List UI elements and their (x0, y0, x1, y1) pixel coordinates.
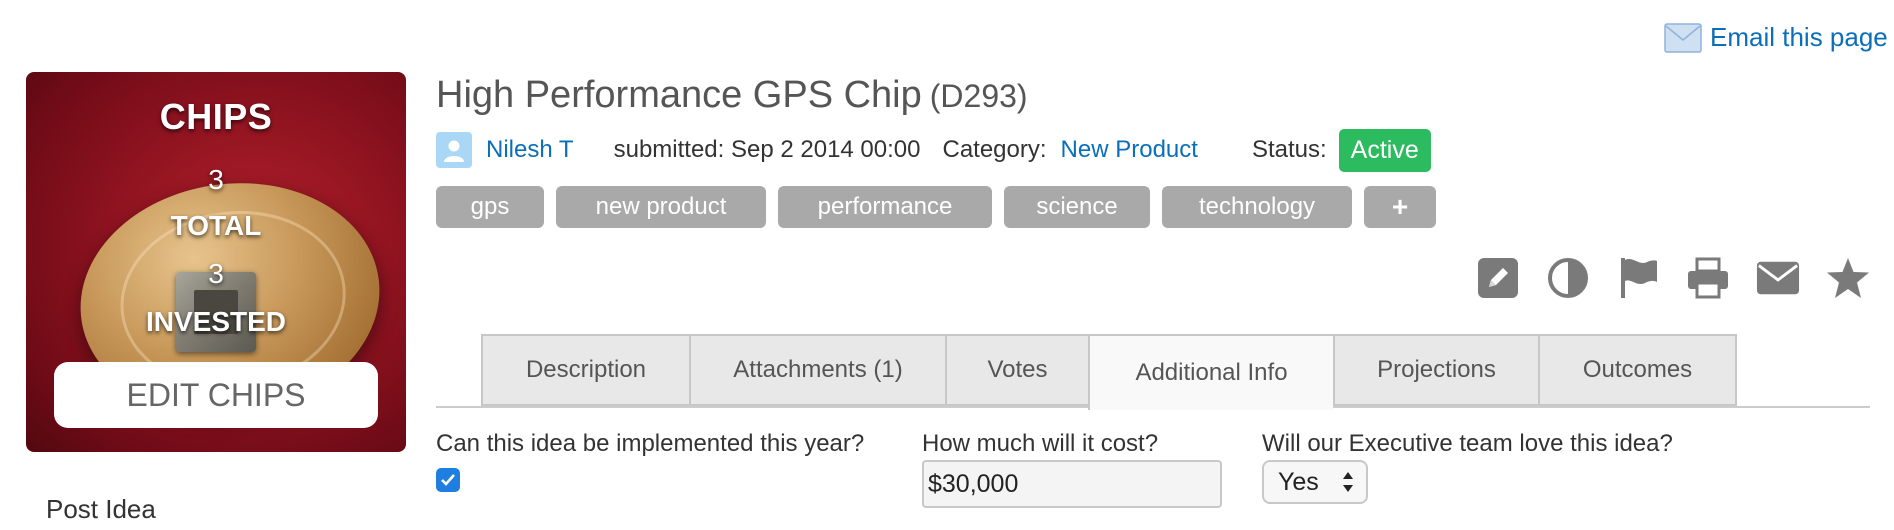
tag-science[interactable]: science (1004, 186, 1150, 228)
avatar (436, 132, 472, 168)
chips-total-value: 3 (208, 164, 224, 195)
chips-total-label: TOTAL (170, 210, 262, 241)
tab-description[interactable]: Description (481, 334, 689, 406)
envelope-icon[interactable] (1756, 256, 1800, 300)
email-this-page-label: Email this page (1710, 22, 1888, 52)
executive-love-label: Will our Executive team love this idea? (1262, 430, 1673, 457)
executive-love-select[interactable]: Yes (1262, 460, 1368, 504)
author-link[interactable]: Nilesh T (486, 136, 574, 164)
idea-actions (1476, 256, 1870, 300)
tag-technology[interactable]: technology (1162, 186, 1352, 228)
tab-bar: Description Attachments (1) Votes Additi… (481, 334, 1737, 410)
post-idea-link[interactable]: Post Idea (46, 494, 156, 525)
star-icon[interactable] (1826, 256, 1870, 300)
implement-this-year-checkbox[interactable] (436, 468, 460, 492)
chips-invested-value: 3 (208, 258, 224, 289)
tab-projections[interactable]: Projections (1333, 334, 1538, 406)
print-icon[interactable] (1686, 256, 1730, 300)
tab-attachments[interactable]: Attachments (1) (689, 334, 945, 406)
tab-outcomes[interactable]: Outcomes (1538, 334, 1737, 406)
checkmark-icon (441, 474, 455, 486)
executive-love-value: Yes (1278, 467, 1319, 496)
cost-input[interactable] (922, 460, 1222, 508)
chips-title: CHIPS (159, 96, 273, 137)
add-tag-button[interactable]: + (1364, 186, 1436, 228)
flag-icon[interactable] (1616, 256, 1660, 300)
category-label: Category: (942, 136, 1047, 163)
cost-label: How much will it cost? (922, 430, 1159, 457)
submitted-date: submitted: Sep 2 2014 00:00 (613, 136, 921, 163)
idea-code: (D293) (929, 78, 1028, 114)
envelope-icon (1664, 22, 1702, 53)
implement-this-year-label: Can this idea be implemented this year? (436, 430, 865, 457)
contrast-icon[interactable] (1546, 256, 1590, 300)
edit-chips-button[interactable]: EDIT CHIPS (54, 362, 378, 428)
chips-card: CHIPS 3 TOTAL 3 INVESTED EDIT CHIPS (26, 72, 406, 452)
select-arrows-icon (1343, 472, 1353, 492)
chips-invested-label: INVESTED (145, 306, 287, 337)
user-icon (444, 140, 464, 162)
status-label: Status: (1251, 136, 1327, 163)
tag-new-product[interactable]: new product (556, 186, 766, 228)
idea-title-row: High Performance GPS Chip (D293) (436, 74, 1028, 117)
idea-meta: Nilesh T submitted: Sep 2 2014 00:00 Cat… (436, 128, 1431, 172)
category-link[interactable]: New Product (1061, 136, 1198, 164)
tag-performance[interactable]: performance (778, 186, 992, 228)
tag-gps[interactable]: gps (436, 186, 544, 228)
status-badge: Active (1338, 128, 1431, 172)
email-this-page-link[interactable]: Email this page (1664, 22, 1888, 53)
pencil-icon[interactable] (1476, 256, 1520, 300)
tab-votes[interactable]: Votes (945, 334, 1088, 406)
tab-additional-info[interactable]: Additional Info (1088, 334, 1333, 410)
tag-list: gps new product performance science tech… (436, 186, 1436, 228)
idea-title: High Performance GPS Chip (436, 74, 922, 116)
